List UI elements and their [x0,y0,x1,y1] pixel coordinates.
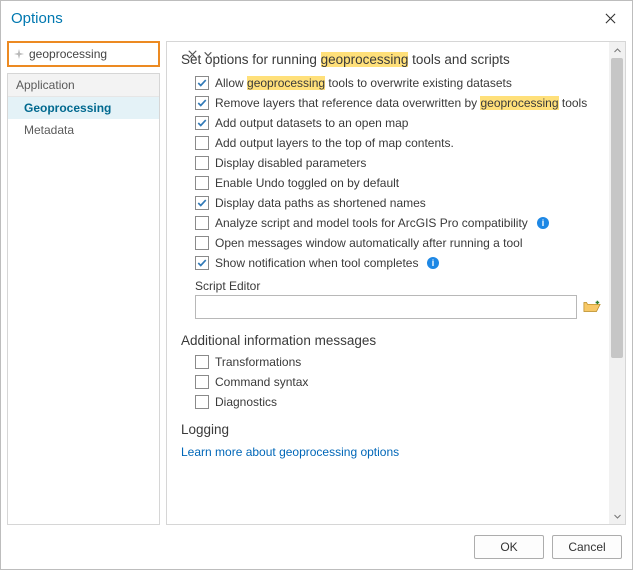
section-heading-logging: Logging [181,422,601,437]
options-list: Allow geoprocessing tools to overwrite e… [181,73,601,273]
window-title: Options [11,10,588,27]
section-heading-main: Set options for running geoprocessing to… [181,52,601,67]
dialog-footer: OK Cancel [1,525,632,569]
checkbox[interactable] [195,96,209,110]
nav-tree: Application Geoprocessing Metadata [7,73,160,525]
scroll-up-button[interactable] [609,42,625,58]
heading-text: tools and scripts [408,52,509,67]
option-row: Remove layers that reference data overwr… [181,93,601,113]
close-icon [605,13,616,24]
option-row: Display disabled parameters [181,153,601,173]
option-row: Display data paths as shortened names [181,193,601,213]
checkbox[interactable] [195,196,209,210]
script-editor-row [181,295,601,323]
learn-more-link[interactable]: Learn more about geoprocessing options [181,441,601,459]
search-box[interactable] [7,41,160,67]
option-label: Diagnostics [215,395,277,409]
checkbox[interactable] [195,76,209,90]
nav-item-metadata[interactable]: Metadata [8,119,159,141]
nav-section-header: Application [8,74,159,97]
scroll-thumb[interactable] [611,58,623,358]
option-label: Display disabled parameters [215,156,366,170]
option-row: Enable Undo toggled on by default [181,173,601,193]
content-scroll-area: Set options for running geoprocessing to… [167,42,609,524]
option-label: Open messages window automatically after… [215,236,523,250]
arrow-up-icon [613,46,622,55]
info-icon[interactable]: i [536,216,550,230]
checkbox[interactable] [195,395,209,409]
checkbox[interactable] [195,176,209,190]
script-editor-input[interactable] [195,295,577,319]
cancel-button[interactable]: Cancel [552,535,622,559]
option-label: Remove layers that reference data overwr… [215,96,587,110]
option-label: Show notification when tool completes [215,256,418,270]
section-heading-additional: Additional information messages [181,333,601,348]
ok-button[interactable]: OK [474,535,544,559]
arrow-down-icon [613,512,622,521]
option-row: Show notification when tool completes i [181,253,601,273]
svg-text:i: i [542,218,545,228]
option-label: Command syntax [215,375,308,389]
additional-list: Transformations Command syntax Diagnostics [181,352,601,412]
info-icon[interactable]: i [426,256,440,270]
option-row: Add output layers to the top of map cont… [181,133,601,153]
vertical-scrollbar[interactable] [609,42,625,524]
option-label: Analyze script and model tools for ArcGI… [215,216,528,230]
option-row: Transformations [181,352,601,372]
checkbox[interactable] [195,216,209,230]
nav-item-geoprocessing[interactable]: Geoprocessing [8,97,159,119]
option-label: Add output datasets to an open map [215,116,408,130]
heading-highlight: geoprocessing [321,52,409,67]
dialog-body: Application Geoprocessing Metadata Set o… [1,35,632,525]
checkbox[interactable] [195,116,209,130]
folder-open-icon [583,299,601,315]
option-row: Open messages window automatically after… [181,233,601,253]
scroll-down-button[interactable] [609,508,625,524]
option-label: Allow geoprocessing tools to overwrite e… [215,76,512,90]
browse-button[interactable] [583,299,601,315]
option-label: Display data paths as shortened names [215,196,426,210]
sidebar: Application Geoprocessing Metadata [7,41,160,525]
option-row: Allow geoprocessing tools to overwrite e… [181,73,601,93]
checkbox[interactable] [195,136,209,150]
heading-text: Set options for running [181,52,321,67]
checkbox[interactable] [195,236,209,250]
content-panel: Set options for running geoprocessing to… [166,41,626,525]
checkbox[interactable] [195,256,209,270]
sparkle-icon [13,48,25,60]
script-editor-label: Script Editor [181,273,601,295]
option-row: Analyze script and model tools for ArcGI… [181,213,601,233]
option-label: Enable Undo toggled on by default [215,176,399,190]
options-dialog: Options Application Geoprocessing [0,0,633,570]
checkbox[interactable] [195,375,209,389]
checkbox[interactable] [195,156,209,170]
option-row: Diagnostics [181,392,601,412]
titlebar: Options [1,1,632,35]
option-row: Add output datasets to an open map [181,113,601,133]
svg-text:i: i [432,258,435,268]
option-label: Add output layers to the top of map cont… [215,136,454,150]
search-input[interactable] [29,47,184,61]
option-label: Transformations [215,355,301,369]
close-button[interactable] [588,3,632,33]
option-row: Command syntax [181,372,601,392]
checkbox[interactable] [195,355,209,369]
